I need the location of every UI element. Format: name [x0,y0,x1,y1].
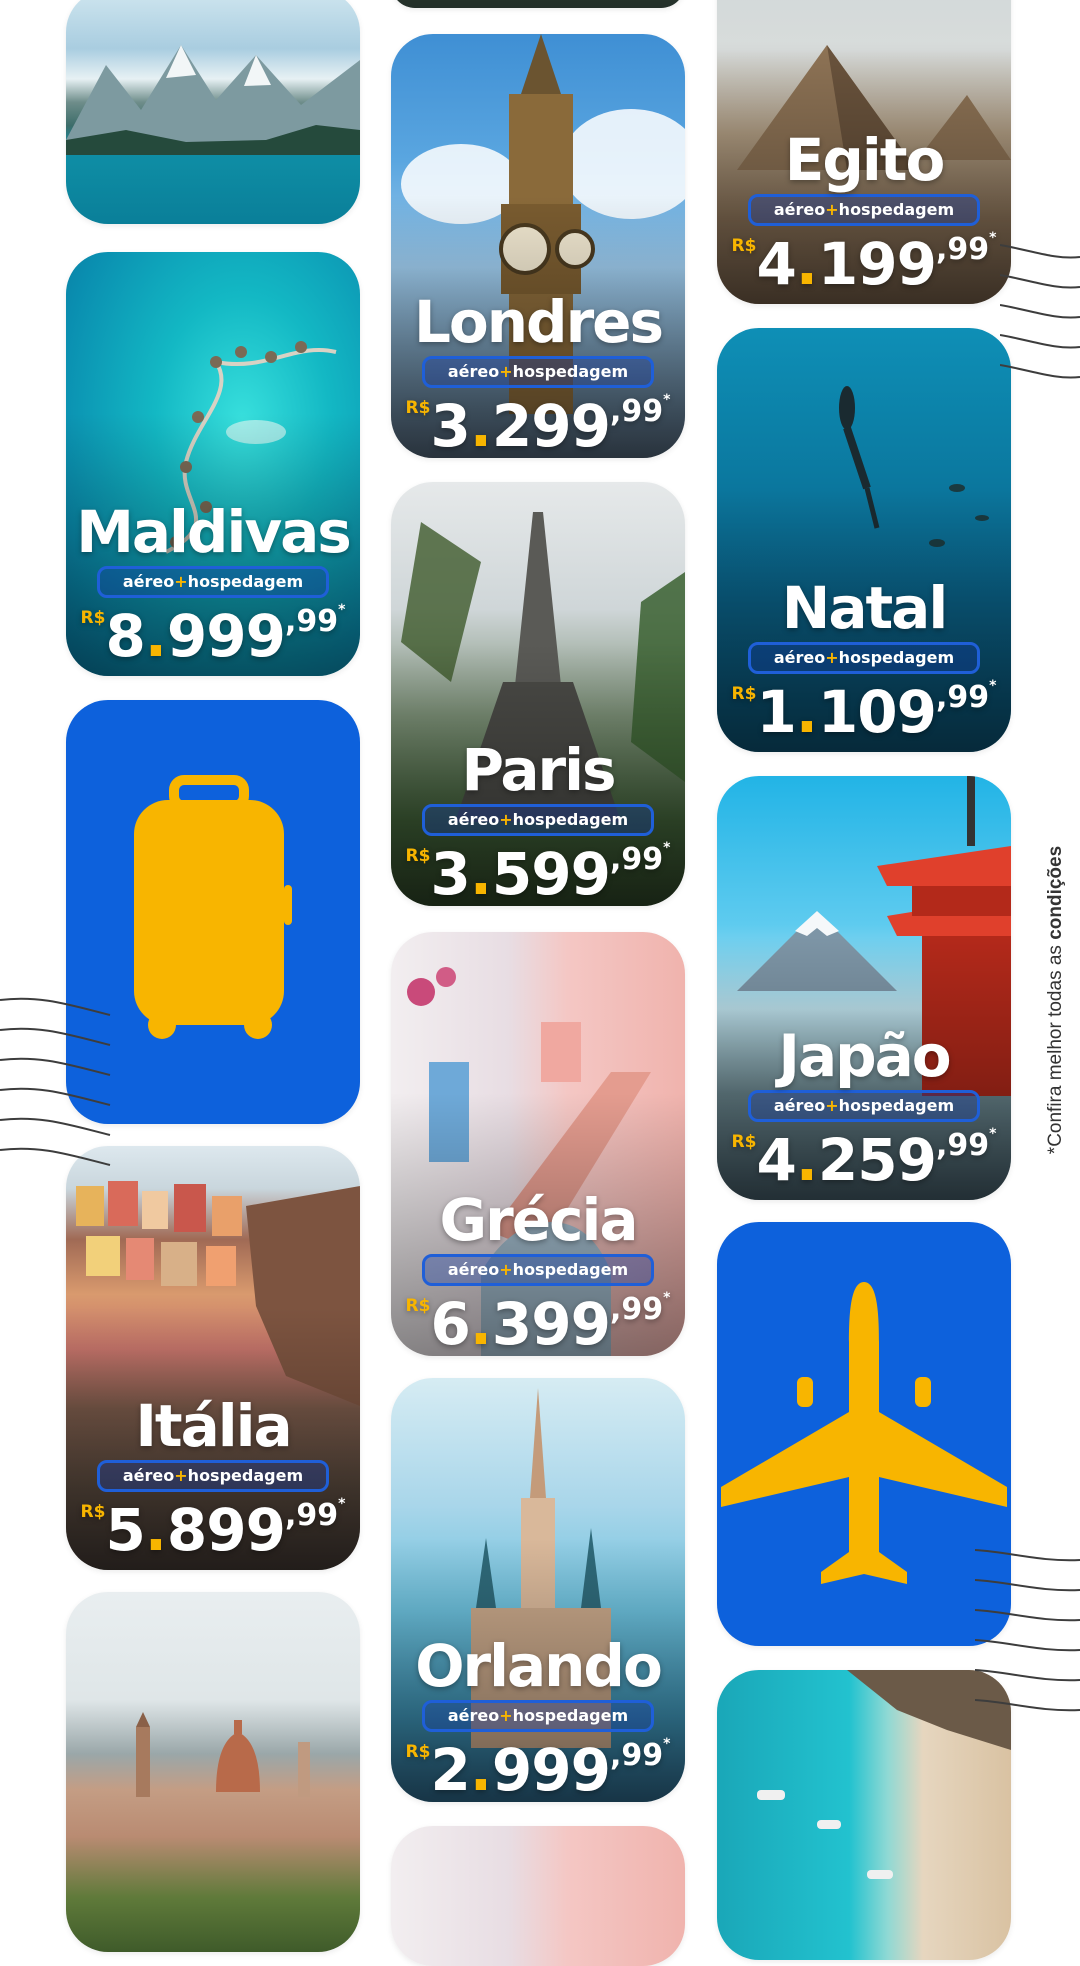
currency: R$ [80,1502,106,1522]
destination-name: Maldivas [76,498,352,566]
package-pill: aéreo+hospedagem [422,1254,654,1286]
package-pill: aéreo+hospedagem [422,356,654,388]
currency: R$ [80,608,106,628]
decorative-wavy-lines [1000,244,1080,379]
plus-sign: + [825,648,839,667]
card-info: Londres aéreo+hospedagem R$3.299,99* [391,292,685,458]
destination-card-natal[interactable]: Natal aéreo+hospedagem R$1.109,99* [717,328,1011,752]
package-pill: aéreo+hospedagem [748,1090,980,1122]
price: R$2.999,99* [405,1736,671,1802]
destination-card-italia[interactable]: Itália aéreo+hospedagem R$5.899,99* [66,1146,360,1570]
plus-sign: + [825,200,839,219]
destination-name: Itália [135,1392,292,1460]
santorini-partial-card[interactable] [391,1826,685,1966]
price: R$4.199,99* [731,230,997,298]
plus-sign: + [499,1706,513,1725]
package-pill: aéreo+hospedagem [422,1700,654,1732]
package-pill: aéreo+hospedagem [748,194,980,226]
card-info: Natal aéreo+hospedagem R$1.109,99* [717,578,1011,746]
price: R$3.599,99* [405,840,671,906]
destination-card-orlando[interactable]: Orlando aéreo+hospedagem R$2.999,99* [391,1378,685,1802]
card-info: Orlando aéreo+hospedagem R$2.999,99* [391,1636,685,1802]
terms-note: *Confira melhor todas as condições [1045,845,1066,1155]
card-info: Maldivas aéreo+hospedagem R$8.999,99* [66,502,360,670]
mountain-illustration [66,45,360,155]
destination-name: Natal [781,574,948,642]
destination-name: Londres [413,288,664,356]
price: R$5.899,99* [80,1496,346,1564]
card-info: Itália aéreo+hospedagem R$5.899,99* [66,1396,360,1564]
plus-sign: + [825,1096,839,1115]
price: R$6.399,99* [405,1290,671,1356]
plus-sign: + [499,362,513,381]
package-pill: aéreo+hospedagem [97,1460,329,1492]
destination-card-egito[interactable]: Egito aéreo+hospedagem R$4.199,99* [717,0,1011,304]
destination-name: Grécia [439,1186,639,1254]
plus-sign: + [499,1260,513,1279]
currency: R$ [405,1296,431,1316]
florence-skyline-illustration [136,1712,310,1797]
price: R$4.259,99* [731,1126,997,1194]
price: R$3.299,99* [405,392,671,458]
currency: R$ [405,398,431,418]
airplane-card[interactable] [717,1222,1011,1646]
airplane-icon [721,1282,1007,1584]
mountain-lake-card[interactable] [66,0,360,224]
destination-card-paris[interactable]: Paris aéreo+hospedagem R$3.599,99* [391,482,685,906]
destination-name: Egito [784,126,946,194]
card-info: Egito aéreo+hospedagem R$4.199,99* [717,130,1011,298]
plus-sign: + [174,1466,188,1485]
top-partial-card[interactable] [391,0,685,8]
beach-boats-illustration [757,1670,1011,1879]
destination-card-grecia[interactable]: Grécia aéreo+hospedagem R$6.399,99* [391,932,685,1356]
currency: R$ [405,1742,431,1762]
package-pill: aéreo+hospedagem [422,804,654,836]
destination-name: Paris [461,736,616,804]
package-pill: aéreo+hospedagem [97,566,329,598]
card-info: Grécia aéreo+hospedagem R$6.399,99* [391,1190,685,1356]
destination-card-londres[interactable]: Londres aéreo+hospedagem R$3.299,99* [391,34,685,458]
currency: R$ [731,236,757,256]
destination-name: Japão [778,1022,951,1090]
currency: R$ [405,846,431,866]
florence-card[interactable] [66,1592,360,1952]
card-info: Japão aéreo+hospedagem R$4.259,99* [717,1026,1011,1194]
currency: R$ [731,684,757,704]
package-pill: aéreo+hospedagem [748,642,980,674]
destination-name: Orlando [415,1632,663,1700]
destination-card-japao[interactable]: Japão aéreo+hospedagem R$4.259,99* [717,776,1011,1200]
card-info: Paris aéreo+hospedagem R$3.599,99* [391,740,685,906]
decorative-wavy-lines [975,1549,1080,1712]
currency: R$ [731,1132,757,1152]
price: R$8.999,99* [80,602,346,670]
decorative-wavy-lines [0,997,111,1166]
plus-sign: + [499,810,513,829]
beach-card[interactable] [717,1670,1011,1960]
plus-sign: + [174,572,188,591]
destination-card-maldivas[interactable]: Maldivas aéreo+hospedagem R$8.999,99* [66,252,360,676]
price: R$1.109,99* [731,678,997,746]
